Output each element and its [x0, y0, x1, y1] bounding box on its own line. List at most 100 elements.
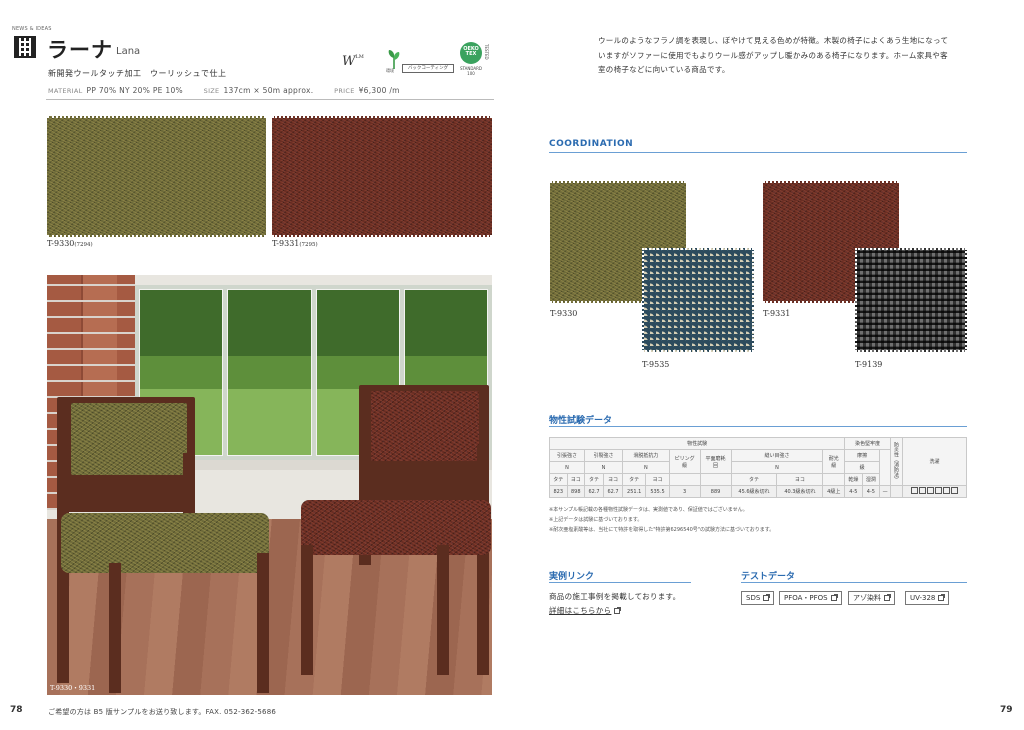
chair-leg: [109, 563, 121, 693]
certification-logos: WLM 環境 バックコーティング OEKO TEX STANDARD 100 T…: [342, 42, 494, 76]
no-bleach-icon: [919, 487, 926, 494]
footer-note: ご希望の方は B5 版サンプルをお送り致します。FAX. 052-362-568…: [48, 708, 277, 716]
azo-dye-button[interactable]: アゾ染料: [848, 591, 895, 605]
chair-back-pad: [371, 391, 479, 461]
col-yoko: ヨコ: [776, 473, 824, 486]
divider: [46, 99, 494, 100]
external-link-icon: [830, 594, 838, 601]
table-row: 物性試験 染色堅牢度 防炎性（消防法） 洗濯: [548, 437, 967, 486]
sds-button[interactable]: SDS: [741, 591, 775, 605]
col-pilling: ピリング級: [668, 449, 701, 474]
divider: [549, 152, 967, 153]
properties-heading: 物性試験データ: [549, 416, 613, 426]
col-dry: 乾燥: [844, 473, 863, 486]
table-cell: 823: [549, 485, 568, 498]
table-cell: 898: [566, 485, 585, 498]
page-number-left: 78: [10, 705, 23, 715]
coord-label: T-9331: [763, 309, 791, 318]
table-cell: 889: [699, 485, 732, 498]
spec-line: MATERIAL PP 70% NY 20% PE 10% SIZE 137cm ×…: [48, 86, 418, 95]
table-cell: 62.7: [603, 485, 624, 498]
case-link[interactable]: 詳細はこちらから: [549, 605, 622, 616]
table-cell: 62.7: [583, 485, 605, 498]
cell-empty: [668, 473, 701, 486]
col-rub: 摩擦: [844, 449, 881, 462]
chair-seat: [61, 513, 269, 573]
backing-coating-label: バックコーティング: [402, 64, 454, 73]
table-cell: 535.5: [645, 485, 670, 498]
wool-mark-logo: WLM: [342, 54, 364, 69]
swatch-t9330: [47, 116, 266, 237]
product-name-en: Lana: [116, 46, 141, 57]
col-abrasion: 平面磨耗回: [699, 449, 732, 474]
col-blank: [879, 449, 891, 486]
col-tate: タテ: [583, 473, 605, 486]
room-photo: [47, 275, 492, 695]
chair-leg: [477, 445, 489, 675]
material-value: PP 70% NY 20% PE 10%: [86, 86, 183, 95]
chair-green: [57, 393, 277, 693]
swatch-label: T-9330(7294): [47, 239, 93, 248]
col-tear: 引裂強さ: [583, 449, 624, 462]
group-physical: 物性試験: [548, 437, 846, 450]
uv328-button[interactable]: UV-328: [905, 591, 950, 605]
price-value: ¥6,300 /m: [358, 86, 400, 95]
chair-leg: [301, 545, 313, 675]
table-cell: 40.3級糸切れ: [776, 485, 824, 498]
test-data-heading: テストデータ: [741, 572, 796, 582]
col-yoko: ヨコ: [645, 473, 670, 486]
table-cell: [890, 485, 903, 498]
table-cell: 45.6級糸切れ: [730, 485, 778, 498]
col-light: 耐光級: [822, 449, 846, 474]
chair-back-pad: [71, 403, 187, 475]
note-line: ※耐次亜塩素酸等は、当社にて特許を取得した"特許第6296540号"の試験方法に…: [549, 527, 775, 533]
chair-leg: [257, 553, 269, 693]
price-key: PRICE: [334, 87, 355, 95]
table-cell: 4-5: [861, 485, 881, 498]
size-key: SIZE: [203, 87, 220, 95]
coord-label: T-9535: [642, 360, 670, 369]
chair-leg: [437, 545, 449, 675]
unit-n: N: [622, 461, 670, 474]
swatch-label: T-9331(7295): [272, 239, 318, 248]
material-key: MATERIAL: [48, 87, 83, 95]
care-label: 洗濯: [902, 437, 967, 486]
note-line: ※上記データは試験に基づいております。: [549, 517, 643, 523]
table-cell: 4-5: [844, 485, 863, 498]
divider: [549, 426, 967, 427]
pfoa-pfos-button[interactable]: PFOA・PFOS: [779, 591, 842, 605]
col-tate: タテ: [622, 473, 647, 486]
oeko-tex-logo: OEKO TEX: [460, 42, 482, 64]
unit-n: N: [549, 461, 585, 474]
product-name-jp: ラーナ: [47, 38, 113, 62]
table-cell: —: [879, 485, 891, 498]
external-link-icon: [763, 594, 771, 601]
coord-swatch-t9139: [855, 248, 967, 352]
table-cell: 3: [668, 485, 701, 498]
table-cell: 251.1: [622, 485, 647, 498]
external-link-icon: [884, 594, 891, 601]
product-subtitle: 新開発ウールタッチ加工 ウーリッシュで仕上: [48, 69, 227, 78]
case-link-heading: 実例リンク: [549, 572, 595, 582]
coordination-heading: COORDINATION: [549, 139, 634, 149]
no-tumble-dry-icon: [927, 487, 934, 494]
coord-swatch-t9535: [642, 248, 754, 352]
care-icons: [902, 485, 967, 498]
col-seam: 縫い目強さ: [730, 449, 824, 462]
properties-table: 物性試験 染色堅牢度 防炎性（消防法） 洗濯 引張強さ 引裂強さ 滑脱抵抗力 ピ…: [548, 437, 967, 498]
cell-empty: [699, 473, 732, 486]
coord-label: T-9330: [550, 309, 578, 318]
cell-empty: [822, 473, 846, 486]
size-value: 137cm × 50m approx.: [223, 86, 314, 95]
coord-label: T-9139: [855, 360, 883, 369]
external-link-icon: [938, 594, 946, 601]
col-slip: 滑脱抵抗力: [622, 449, 670, 462]
unit-n: N: [583, 461, 624, 474]
group-dye: 染色堅牢度: [844, 437, 891, 450]
chair-red: [297, 385, 492, 685]
eco-label: 環境: [386, 68, 394, 73]
col-tate: タテ: [549, 473, 568, 486]
qr-code-icon[interactable]: [14, 36, 36, 58]
note-line: ※本サンプル帳記載の各種物性試験データは、実測値であり、保証値ではございません。: [549, 507, 748, 513]
dry-flat-icon: [935, 487, 942, 494]
